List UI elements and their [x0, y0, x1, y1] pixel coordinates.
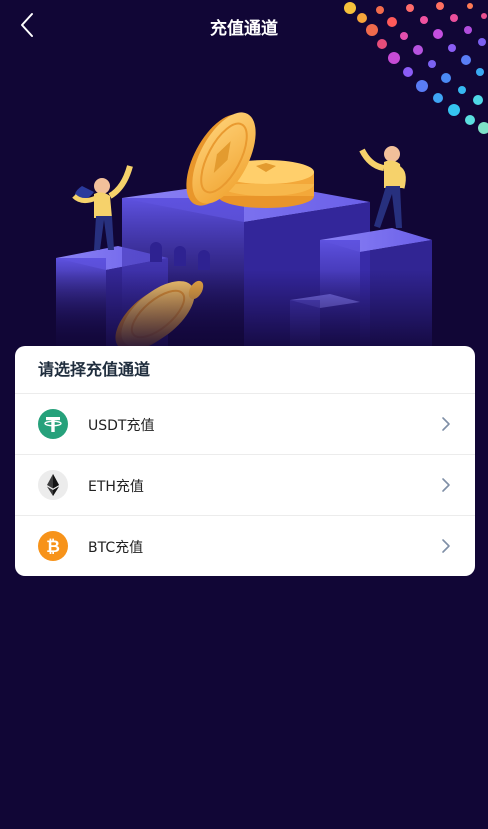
chevron-right-icon	[442, 539, 450, 553]
hero-svg	[0, 2, 488, 360]
channel-label-usdt: USDT充值	[88, 418, 155, 434]
channel-label-btc: BTC充值	[88, 540, 144, 556]
chevron-right-icon	[442, 478, 450, 492]
chevron-right-icon	[442, 417, 450, 431]
eth-icon	[38, 470, 68, 500]
svg-text:₿: ₿	[46, 537, 60, 557]
person-left	[72, 165, 133, 250]
btc-icon: ₿	[38, 531, 68, 561]
channel-item-usdt[interactable]: USDT充值	[15, 394, 475, 455]
channel-item-btc[interactable]: ₿ BTC充值	[15, 516, 475, 576]
channel-item-eth[interactable]: ETH充值	[15, 455, 475, 516]
header: 充值通道	[0, 0, 488, 52]
page-title: 充值通道	[210, 19, 278, 39]
usdt-icon	[38, 409, 68, 439]
channel-card: 请选择充值通道 USDT充值 ETH充值 ₿ BTC充值	[15, 346, 475, 576]
channel-label-eth: ETH充值	[88, 479, 144, 495]
hero-illustration	[0, 0, 488, 360]
card-title: 请选择充值通道	[15, 346, 475, 394]
